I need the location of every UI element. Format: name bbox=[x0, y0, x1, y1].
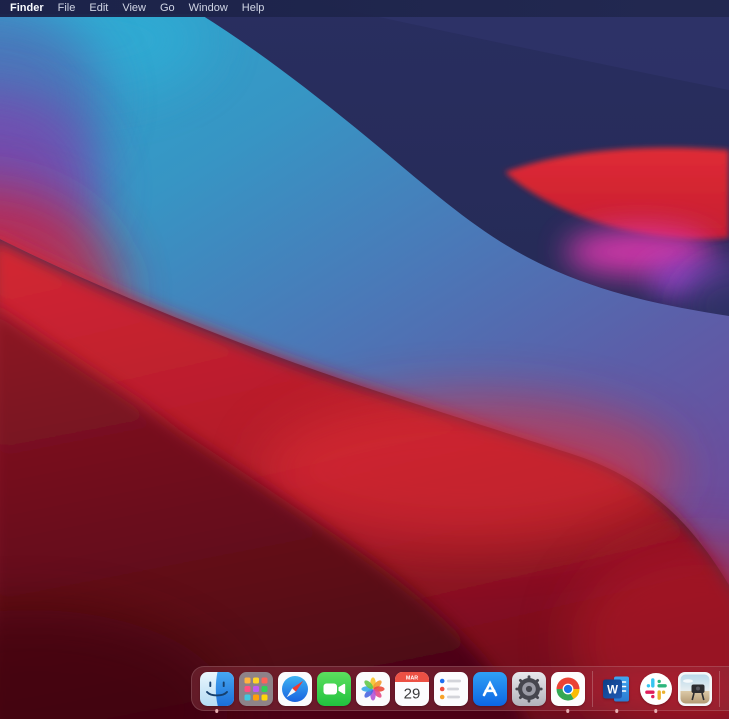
dock-item-launchpad[interactable] bbox=[238, 671, 273, 706]
photos-icon bbox=[355, 671, 390, 706]
running-indicator bbox=[565, 709, 570, 713]
dock-item-calendar[interactable]: MAR 29 bbox=[394, 671, 429, 706]
dock-divider bbox=[591, 670, 593, 707]
menu-item-view[interactable]: View bbox=[115, 0, 153, 17]
calendar-day-label: 29 bbox=[403, 685, 420, 702]
reminders-icon bbox=[433, 671, 468, 706]
dock-item-system-preferences[interactable] bbox=[511, 671, 546, 706]
dock-item-photos[interactable] bbox=[355, 671, 390, 706]
dock-item-reminders[interactable] bbox=[433, 671, 468, 706]
finder-icon bbox=[199, 671, 234, 706]
system-preferences-icon bbox=[511, 671, 546, 706]
menu-item-go[interactable]: Go bbox=[153, 0, 182, 17]
slack-icon bbox=[639, 672, 672, 705]
running-indicator bbox=[653, 709, 658, 713]
dock-item-word[interactable]: W bbox=[600, 672, 634, 713]
wallpaper-red-highlight bbox=[260, 395, 680, 545]
menu-item-window[interactable]: Window bbox=[182, 0, 235, 17]
facetime-icon bbox=[316, 671, 351, 706]
menu-item-finder[interactable]: Finder bbox=[3, 0, 51, 17]
menu-item-file[interactable]: File bbox=[51, 0, 83, 17]
word-icon: W bbox=[602, 676, 629, 701]
menu-item-help[interactable]: Help bbox=[235, 0, 272, 17]
dock: MAR 29 W bbox=[191, 666, 729, 713]
dock-item-finder[interactable] bbox=[199, 671, 234, 713]
safari-icon bbox=[277, 671, 312, 706]
dock-item-photo-preview[interactable] bbox=[677, 671, 712, 706]
menu-bar: Finder File Edit View Go Window Help bbox=[0, 0, 729, 17]
menu-item-edit[interactable]: Edit bbox=[82, 0, 115, 17]
calendar-icon: MAR 29 bbox=[394, 671, 429, 706]
photo-preview-icon bbox=[677, 671, 712, 706]
dock-item-app-store[interactable] bbox=[472, 671, 507, 706]
dock-item-facetime[interactable] bbox=[316, 671, 351, 706]
word-letter: W bbox=[607, 684, 618, 696]
dock-item-safari[interactable] bbox=[277, 671, 312, 706]
dock-item-chrome[interactable] bbox=[550, 671, 585, 713]
dock-item-slack[interactable] bbox=[639, 672, 673, 713]
launchpad-icon bbox=[238, 671, 273, 706]
app-store-icon bbox=[472, 671, 507, 706]
chrome-icon bbox=[550, 671, 585, 706]
calendar-month-label: MAR bbox=[405, 675, 417, 681]
running-indicator bbox=[214, 709, 219, 713]
desktop-wallpaper[interactable] bbox=[0, 0, 729, 719]
dock-divider bbox=[718, 670, 720, 707]
running-indicator bbox=[614, 709, 619, 713]
